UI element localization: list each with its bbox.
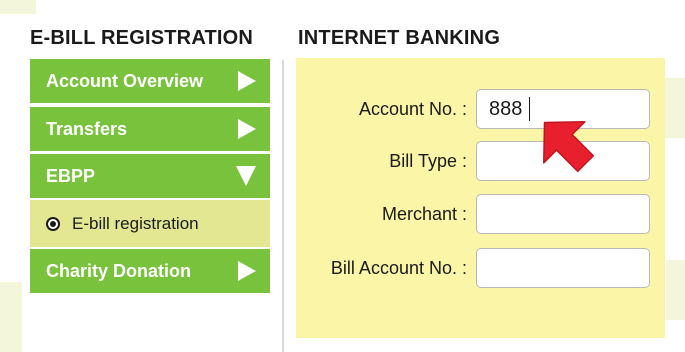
submenu-item-e-bill-registration[interactable]: E-bill registration (30, 200, 270, 247)
radio-selected-icon[interactable] (46, 216, 60, 231)
merchant-input[interactable] (476, 194, 650, 234)
menu-item-ebpp[interactable]: EBPP (30, 154, 270, 198)
menu-item-label: Account Overview (46, 70, 204, 91)
arrow-right-icon (238, 71, 256, 91)
e-bill-registration-screen: E-BILL REGISTRATION Account Overview Tra… (0, 0, 685, 352)
bill-account-no-input[interactable] (476, 248, 650, 288)
arrow-right-icon (238, 261, 256, 281)
account-no-label: Account No. : (358, 99, 467, 119)
menu-item-charity-donation[interactable]: Charity Donation (30, 249, 270, 293)
merchant-label: Merchant : (381, 204, 467, 224)
arrow-right-icon (238, 119, 256, 139)
menu-item-label: EBPP (46, 165, 96, 186)
section-divider (282, 60, 284, 352)
bill-type-label: Bill Type : (389, 151, 467, 171)
right-section-title: INTERNET BANKING (298, 27, 501, 49)
background-decoration (0, 0, 36, 14)
menu-item-label: Transfers (46, 118, 128, 139)
menu-item-transfers[interactable]: Transfers (30, 107, 270, 151)
menu-item-account-overview[interactable]: Account Overview (30, 59, 270, 103)
menu-item-label: Charity Donation (46, 260, 192, 281)
background-decoration (665, 78, 685, 138)
background-decoration (0, 282, 22, 352)
arrow-down-icon (236, 166, 256, 186)
left-section-title: E-BILL REGISTRATION (30, 27, 254, 49)
bill-account-no-label: Bill Account No. : (330, 258, 467, 278)
red-arrow-pointer-icon (543, 121, 595, 173)
submenu-item-label: E-bill registration (72, 213, 199, 233)
background-decoration (666, 260, 685, 320)
